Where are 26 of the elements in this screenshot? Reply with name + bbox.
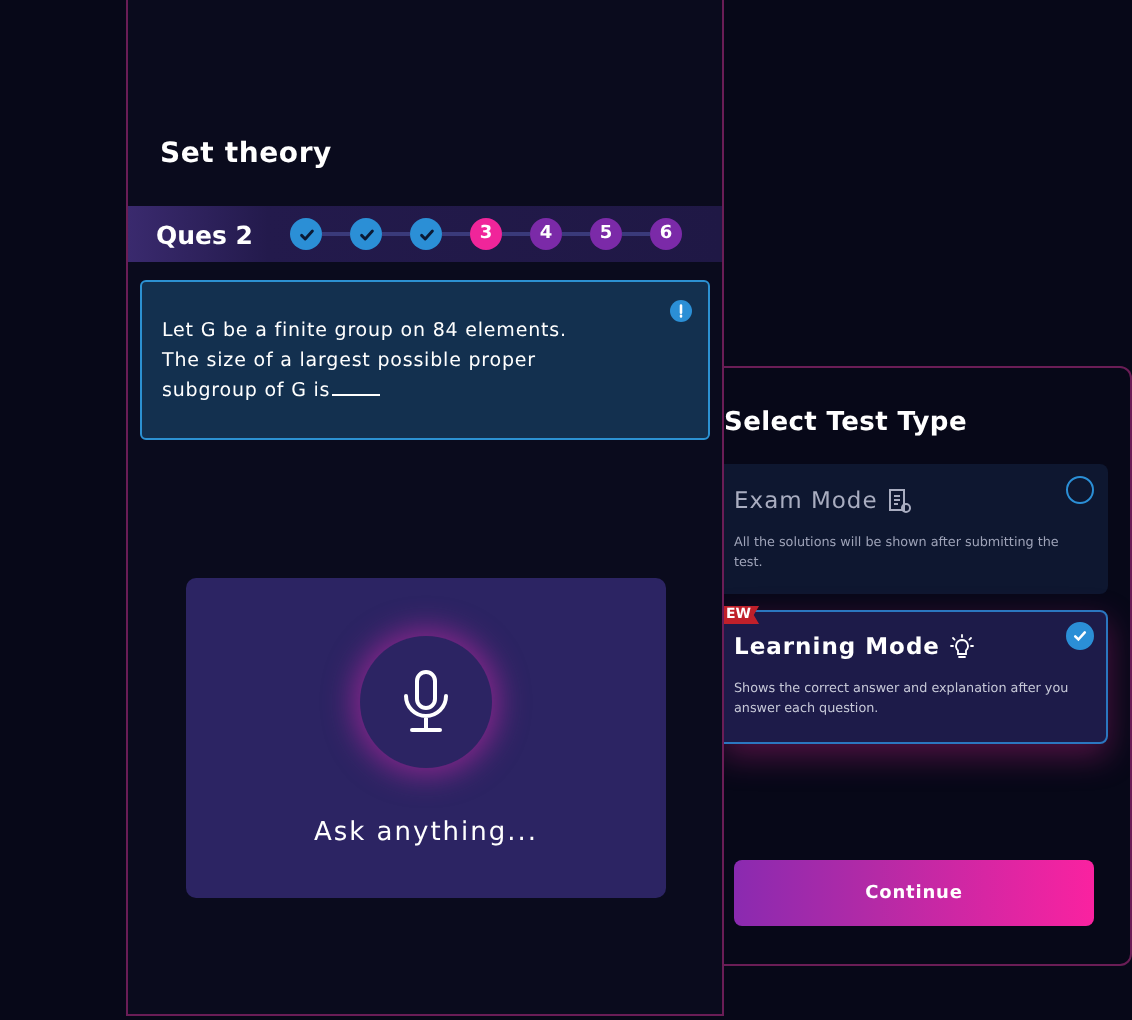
question-step[interactable]: 4 bbox=[530, 218, 562, 250]
radio-button[interactable] bbox=[1066, 622, 1094, 650]
info-icon[interactable] bbox=[670, 300, 692, 322]
lightbulb-icon bbox=[950, 633, 974, 659]
radio-button[interactable] bbox=[1066, 476, 1094, 504]
check-icon bbox=[357, 225, 375, 243]
mode-title: Exam Mode bbox=[734, 486, 878, 514]
voice-prompt: Ask anything... bbox=[313, 818, 539, 848]
continue-button[interactable]: Continue bbox=[734, 860, 1094, 926]
panel-title: Select Test Type bbox=[724, 408, 969, 440]
document-icon bbox=[887, 487, 912, 513]
mode-title: Learning Mode bbox=[734, 632, 940, 660]
check-icon bbox=[1072, 628, 1088, 644]
completed-step[interactable] bbox=[290, 218, 322, 250]
quiz-title: Set theory bbox=[160, 136, 334, 172]
microphone-icon bbox=[400, 670, 452, 734]
microphone-button[interactable] bbox=[360, 636, 492, 768]
question-label: Ques 2 bbox=[156, 219, 255, 249]
question-step[interactable]: 5 bbox=[590, 218, 622, 250]
check-icon bbox=[297, 225, 315, 243]
check-icon bbox=[417, 225, 435, 243]
question-step[interactable]: 6 bbox=[650, 218, 682, 250]
question-step[interactable]: 3 bbox=[470, 218, 502, 250]
completed-step[interactable] bbox=[350, 218, 382, 250]
question-text: Let G be a finite group on 84 elements. The size of a largest possible proper subgroup of G is bbox=[162, 318, 569, 406]
completed-step[interactable] bbox=[410, 218, 442, 250]
